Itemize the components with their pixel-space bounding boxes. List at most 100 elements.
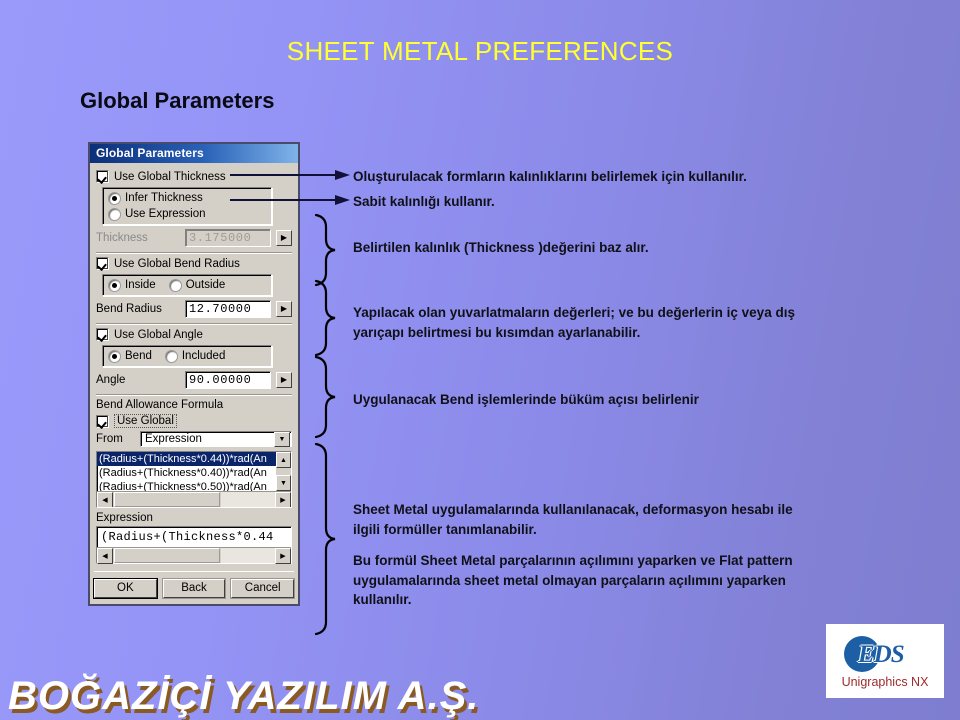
- bend-option[interactable]: Bend: [109, 350, 152, 362]
- bend-radius-spinner-icon[interactable]: ▶: [276, 301, 292, 317]
- use-global-row[interactable]: Use Global: [96, 414, 292, 428]
- bend-radius-label: Bend Radius: [96, 303, 162, 315]
- use-global-thickness-row[interactable]: Use Global Thickness: [96, 170, 292, 183]
- included-option[interactable]: Included: [165, 350, 226, 362]
- divider: [96, 394, 292, 396]
- angle-label: Angle: [96, 374, 126, 386]
- dialog-body: Use Global Thickness Infer Thickness Use…: [90, 163, 298, 564]
- hscroll-track[interactable]: [221, 548, 275, 563]
- thickness-mode-group: Infer Thickness Use Expression: [102, 187, 272, 225]
- use-global-thickness-label: Use Global Thickness: [114, 170, 226, 183]
- bend-radio[interactable]: [109, 350, 120, 362]
- hscroll-track[interactable]: [221, 492, 275, 507]
- section-heading: Global Parameters: [80, 88, 275, 113]
- infer-thickness-label: Infer Thickness: [125, 192, 203, 204]
- annotation-formula-1: Sheet Metal uygulamalarında kullanılanac…: [353, 502, 793, 537]
- logo-mark: EDS: [832, 634, 938, 674]
- divider: [96, 252, 292, 254]
- dialog-title-bar: Global Parameters: [90, 144, 298, 163]
- scroll-right-icon[interactable]: ▶: [275, 548, 291, 564]
- footer-watermark: BOĞAZİÇİ YAZILIM A.Ş.: [8, 674, 480, 718]
- scroll-left-icon[interactable]: ◀: [97, 548, 113, 564]
- brace-angle: [314, 355, 336, 439]
- angle-input[interactable]: 90.00000: [185, 371, 271, 389]
- outside-radio[interactable]: [169, 279, 181, 291]
- formula-list-horizontal-scrollbar[interactable]: ◀ ▶: [97, 491, 291, 507]
- thickness-field-row: Thickness 3.175000 ▶: [96, 229, 292, 247]
- formula-list-vertical-scrollbar[interactable]: ▲ ▼: [276, 452, 291, 491]
- use-global-angle-label: Use Global Angle: [114, 328, 203, 341]
- angle-spinner-icon[interactable]: ▶: [276, 372, 292, 388]
- included-label: Included: [181, 350, 226, 362]
- angle-field-row: Angle 90.00000 ▶: [96, 371, 292, 389]
- annotation-angle: Uygulanacak Bend işlemlerinde büküm açıs…: [353, 392, 699, 407]
- use-expression-label: Use Expression: [125, 208, 206, 220]
- hscroll-thumb[interactable]: [114, 548, 220, 563]
- expression-horizontal-scrollbar[interactable]: ◀ ▶: [97, 547, 291, 564]
- use-expression-option[interactable]: Use Expression: [109, 208, 265, 220]
- outside-option[interactable]: Outside: [169, 279, 226, 291]
- thickness-input[interactable]: 3.175000: [185, 229, 271, 247]
- annotation-thickness-use: Oluşturulacak formların kalınlıklarını b…: [353, 169, 747, 184]
- from-selected-value: Expression: [145, 433, 202, 445]
- expression-value[interactable]: (Radius+(Thickness*0.44: [97, 527, 291, 547]
- divider: [96, 323, 292, 325]
- global-parameters-dialog: Global Parameters Use Global Thickness I…: [88, 142, 300, 606]
- logo-brand-text: EDS: [858, 640, 905, 668]
- scroll-up-icon[interactable]: ▲: [276, 452, 291, 468]
- eds-unigraphics-logo: EDS Unigraphics NX: [826, 624, 944, 698]
- ok-button[interactable]: OK: [94, 579, 157, 598]
- use-global-angle-row[interactable]: Use Global Angle: [96, 328, 292, 341]
- page-title: SHEET METAL PREFERENCES: [286, 36, 674, 66]
- bend-radius-input[interactable]: 12.70000: [185, 300, 271, 318]
- chevron-down-icon[interactable]: ▼: [274, 431, 290, 447]
- list-item[interactable]: (Radius+(Thickness*0.44))*rad(An: [97, 452, 276, 466]
- bend-radius-side-group: Inside Outside: [102, 274, 272, 296]
- expression-label: Expression: [96, 512, 153, 524]
- bend-radius-field-row: Bend Radius 12.70000 ▶: [96, 300, 292, 318]
- use-global-label: Use Global: [114, 414, 177, 428]
- thickness-label: Thickness: [96, 232, 148, 244]
- use-global-bend-radius-row[interactable]: Use Global Bend Radius: [96, 257, 292, 270]
- annotation-bend-radius: Yapılacak olan yuvarlatmaların değerleri…: [353, 305, 795, 340]
- infer-thickness-option[interactable]: Infer Thickness: [109, 192, 265, 204]
- cancel-button[interactable]: Cancel: [231, 579, 295, 598]
- list-item[interactable]: (Radius+(Thickness*0.50))*rad(An: [97, 480, 276, 491]
- annotation-formula-2: Bu formül Sheet Metal parçalarının açılı…: [353, 553, 793, 608]
- use-global-bend-radius-checkbox[interactable]: [96, 257, 109, 270]
- formula-list-items: (Radius+(Thickness*0.44))*rad(An (Radius…: [97, 452, 276, 491]
- from-select[interactable]: Expression ▼: [140, 431, 292, 447]
- expression-box[interactable]: (Radius+(Thickness*0.44 ◀ ▶: [96, 526, 292, 564]
- annotation-fixed-thickness: Sabit kalınlığı kullanır.: [353, 194, 495, 209]
- list-item[interactable]: (Radius+(Thickness*0.40))*rad(An: [97, 466, 276, 480]
- from-label: From: [96, 433, 123, 445]
- outside-label: Outside: [185, 279, 226, 291]
- infer-thickness-radio[interactable]: [109, 192, 120, 204]
- hscroll-thumb[interactable]: [114, 492, 220, 507]
- scroll-down-icon[interactable]: ▼: [276, 475, 291, 491]
- brace-formula: [314, 442, 336, 636]
- logo-product-text: Unigraphics NX: [841, 674, 929, 689]
- brace-thickness: [314, 213, 336, 287]
- use-expression-radio[interactable]: [109, 208, 120, 220]
- bend-label: Bend: [125, 350, 152, 362]
- use-global-checkbox[interactable]: [96, 414, 109, 428]
- annotation-specified-thickness: Belirtilen kalınlık (Thickness )değerini…: [353, 240, 649, 255]
- use-global-angle-checkbox[interactable]: [96, 328, 109, 341]
- inside-option[interactable]: Inside: [109, 279, 156, 291]
- bend-allowance-formula-label: Bend Allowance Formula: [96, 399, 224, 411]
- included-radio[interactable]: [165, 350, 177, 362]
- use-global-bend-radius-label: Use Global Bend Radius: [114, 257, 240, 270]
- scroll-right-icon[interactable]: ▶: [275, 492, 291, 507]
- formula-listbox[interactable]: (Radius+(Thickness*0.44))*rad(An (Radius…: [96, 451, 292, 508]
- thickness-spinner-icon[interactable]: ▶: [276, 230, 292, 246]
- formula-list-area: (Radius+(Thickness*0.44))*rad(An (Radius…: [97, 452, 291, 491]
- use-global-thickness-checkbox[interactable]: [96, 170, 109, 183]
- inside-radio[interactable]: [109, 279, 120, 291]
- from-row: From Expression ▼: [96, 431, 292, 447]
- back-button[interactable]: Back: [162, 579, 226, 598]
- brace-bend-radius: [314, 279, 336, 357]
- inside-label: Inside: [125, 279, 156, 291]
- dialog-button-bar: OK Back Cancel: [94, 571, 295, 598]
- scroll-left-icon[interactable]: ◀: [97, 492, 113, 507]
